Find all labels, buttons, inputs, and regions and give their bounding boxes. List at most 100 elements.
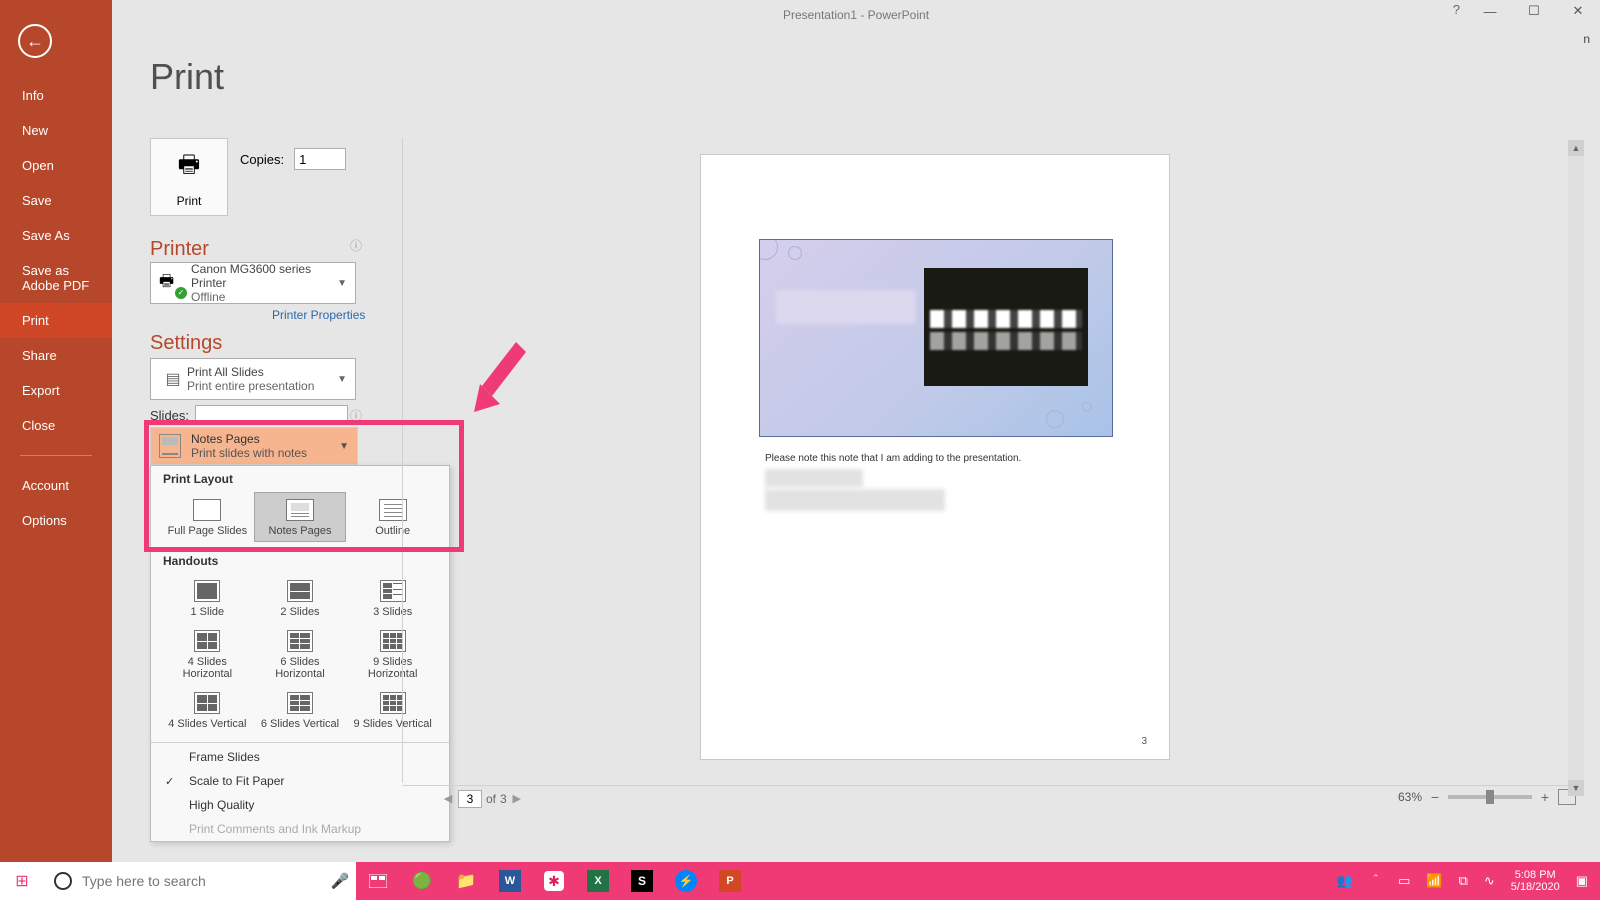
handout-6-vertical[interactable]: 6 Slides Vertical xyxy=(254,686,347,736)
slide-thumbnail xyxy=(759,239,1113,437)
close-button[interactable]: ✕ xyxy=(1556,0,1600,22)
slides-range-input[interactable] xyxy=(195,405,348,425)
handout-6-horizontal[interactable]: 6 Slides Horizontal xyxy=(254,624,347,686)
zoom-out-button[interactable]: − xyxy=(1428,789,1442,805)
printer-properties-link[interactable]: Printer Properties xyxy=(272,308,365,322)
nav-info[interactable]: Info xyxy=(0,78,112,113)
taskbar-powerpoint[interactable]: P xyxy=(708,862,752,900)
print-button[interactable]: 🖶 Print xyxy=(150,138,228,216)
taskbar-app-s[interactable]: S xyxy=(620,862,664,900)
notifications-icon[interactable]: ▣ xyxy=(1576,873,1588,889)
nav-account[interactable]: Account xyxy=(0,468,112,503)
print-button-label: Print xyxy=(177,194,202,208)
layout-notes-pages[interactable]: Notes Pages xyxy=(254,492,347,542)
help-icon[interactable]: ? xyxy=(1453,2,1460,17)
taskbar-search[interactable]: 🎤 xyxy=(44,862,356,900)
chevron-down-icon: ▼ xyxy=(339,441,349,452)
nav-new[interactable]: New xyxy=(0,113,112,148)
window-title: Presentation1 - PowerPoint xyxy=(783,8,929,22)
taskbar-slack[interactable]: ✱ xyxy=(532,862,576,900)
handout-2-slides[interactable]: 2 Slides xyxy=(254,574,347,624)
printer-heading: Printer xyxy=(150,238,209,261)
layout-selector-sub: Print slides with notes xyxy=(191,446,339,460)
notes-pages-icon xyxy=(159,434,181,458)
taskbar-messenger[interactable]: ⚡ xyxy=(664,862,708,900)
tray-chevron-up-icon[interactable]: ＾ xyxy=(1369,872,1382,891)
print-layout-label: Print Layout xyxy=(151,466,449,492)
taskbar-clock[interactable]: 5:08 PM 5/18/2020 xyxy=(1511,869,1560,893)
scroll-up-button[interactable]: ▲ xyxy=(1568,140,1584,156)
annotation-arrow xyxy=(468,336,528,416)
dropbox-icon[interactable]: ⧉ xyxy=(1459,873,1468,889)
minimize-button[interactable]: — xyxy=(1468,0,1512,22)
nav-save[interactable]: Save xyxy=(0,183,112,218)
handout-9-vertical[interactable]: 9 Slides Vertical xyxy=(346,686,439,736)
page-current-input[interactable] xyxy=(458,790,482,808)
people-icon[interactable]: 👥 xyxy=(1337,873,1353,889)
handout-1-slide[interactable]: 1 Slide xyxy=(161,574,254,624)
chevron-down-icon: ▼ xyxy=(337,374,347,385)
printer-info-icon[interactable]: ⓘ xyxy=(350,237,362,254)
cortana-icon[interactable] xyxy=(44,862,82,900)
slide-note-text: Please note this note that I am adding t… xyxy=(765,453,1021,464)
nav-divider xyxy=(20,455,92,456)
option-frame-slides[interactable]: Frame Slides xyxy=(151,745,449,769)
handout-4-horizontal[interactable]: 4 Slides Horizontal xyxy=(161,624,254,686)
back-button[interactable]: ← xyxy=(18,24,52,58)
search-input[interactable] xyxy=(82,863,324,899)
touchpad-icon[interactable]: ∿ xyxy=(1484,873,1495,889)
wifi-icon[interactable]: 📶 xyxy=(1426,873,1442,889)
mic-icon[interactable]: 🎤 xyxy=(324,872,356,890)
nav-open[interactable]: Open xyxy=(0,148,112,183)
check-icon: ✓ xyxy=(165,775,174,788)
copies-label: Copies: xyxy=(240,152,284,167)
battery-icon[interactable]: ▭ xyxy=(1398,873,1410,889)
print-what-selector[interactable]: ▤ Print All Slides Print entire presenta… xyxy=(150,358,356,400)
nav-save-as-adobe-pdf[interactable]: Save as Adobe PDF xyxy=(0,253,112,303)
vertical-separator xyxy=(402,138,403,783)
preview-page-number: 3 xyxy=(1141,736,1147,747)
slides-info-icon[interactable]: ⓘ xyxy=(350,407,362,424)
nav-close[interactable]: Close xyxy=(0,408,112,443)
print-backstage: Print 🖶 Print Copies: Printer ⓘ 🖶✓ Canon… xyxy=(112,30,1584,842)
handout-3-slides[interactable]: 3 Slides xyxy=(346,574,439,624)
prev-page-button[interactable]: ◀ xyxy=(440,792,456,805)
printer-selector[interactable]: 🖶✓ Canon MG3600 series Printer Offline ▼ xyxy=(150,262,356,304)
nav-save-as[interactable]: Save As xyxy=(0,218,112,253)
preview-bottom-bar: ◀ of 3 ▶ 63% − + xyxy=(402,785,1584,811)
notes-pages-icon xyxy=(286,499,314,521)
printer-icon: 🖶 xyxy=(178,147,201,188)
zoom-percent: 63% xyxy=(1398,790,1422,804)
page-title: Print xyxy=(150,56,1584,98)
nav-print[interactable]: Print xyxy=(0,303,112,338)
preview-scrollbar[interactable]: ▲ ▼ xyxy=(1568,140,1584,796)
taskbar-excel[interactable]: X xyxy=(576,862,620,900)
handout-9-horizontal[interactable]: 9 Slides Horizontal xyxy=(346,624,439,686)
nav-options[interactable]: Options xyxy=(0,503,112,538)
taskbar-chrome[interactable]: 🟢 xyxy=(400,862,444,900)
nav-share[interactable]: Share xyxy=(0,338,112,373)
layout-selector[interactable]: Notes Pages Print slides with notes ▼ xyxy=(150,427,358,465)
copies-input[interactable] xyxy=(294,148,346,170)
slides-range-label: Slides: xyxy=(150,408,189,423)
settings-heading: Settings xyxy=(150,332,222,355)
option-print-comments: Print Comments and Ink Markup xyxy=(151,817,449,841)
title-bar: Presentation1 - PowerPoint ? — ☐ ✕ xyxy=(112,0,1600,30)
start-button[interactable]: ⊞ xyxy=(0,862,44,900)
handout-4-vertical[interactable]: 4 Slides Vertical xyxy=(161,686,254,736)
layout-full-page-slides[interactable]: Full Page Slides xyxy=(161,492,254,542)
next-page-button[interactable]: ▶ xyxy=(509,792,525,805)
zoom-in-button[interactable]: + xyxy=(1538,789,1552,805)
taskbar-file-explorer[interactable]: 📁 xyxy=(444,862,488,900)
nav-export[interactable]: Export xyxy=(0,373,112,408)
layout-outline[interactable]: Outline xyxy=(346,492,439,542)
taskbar: ⊞ 🎤 🟢 📁 W ✱ X S ⚡ P 👥 ＾ ▭ 📶 ⧉ ∿ 5:08 PM … xyxy=(0,862,1600,900)
slides-range-group: Slides: xyxy=(150,405,348,425)
page-total: 3 xyxy=(500,792,507,806)
restore-button[interactable]: ☐ xyxy=(1512,0,1556,22)
taskbar-word[interactable]: W xyxy=(488,862,532,900)
scroll-down-button[interactable]: ▼ xyxy=(1568,780,1584,796)
zoom-slider[interactable] xyxy=(1448,795,1532,799)
page-of-label: of xyxy=(486,792,496,806)
task-view-button[interactable] xyxy=(356,862,400,900)
